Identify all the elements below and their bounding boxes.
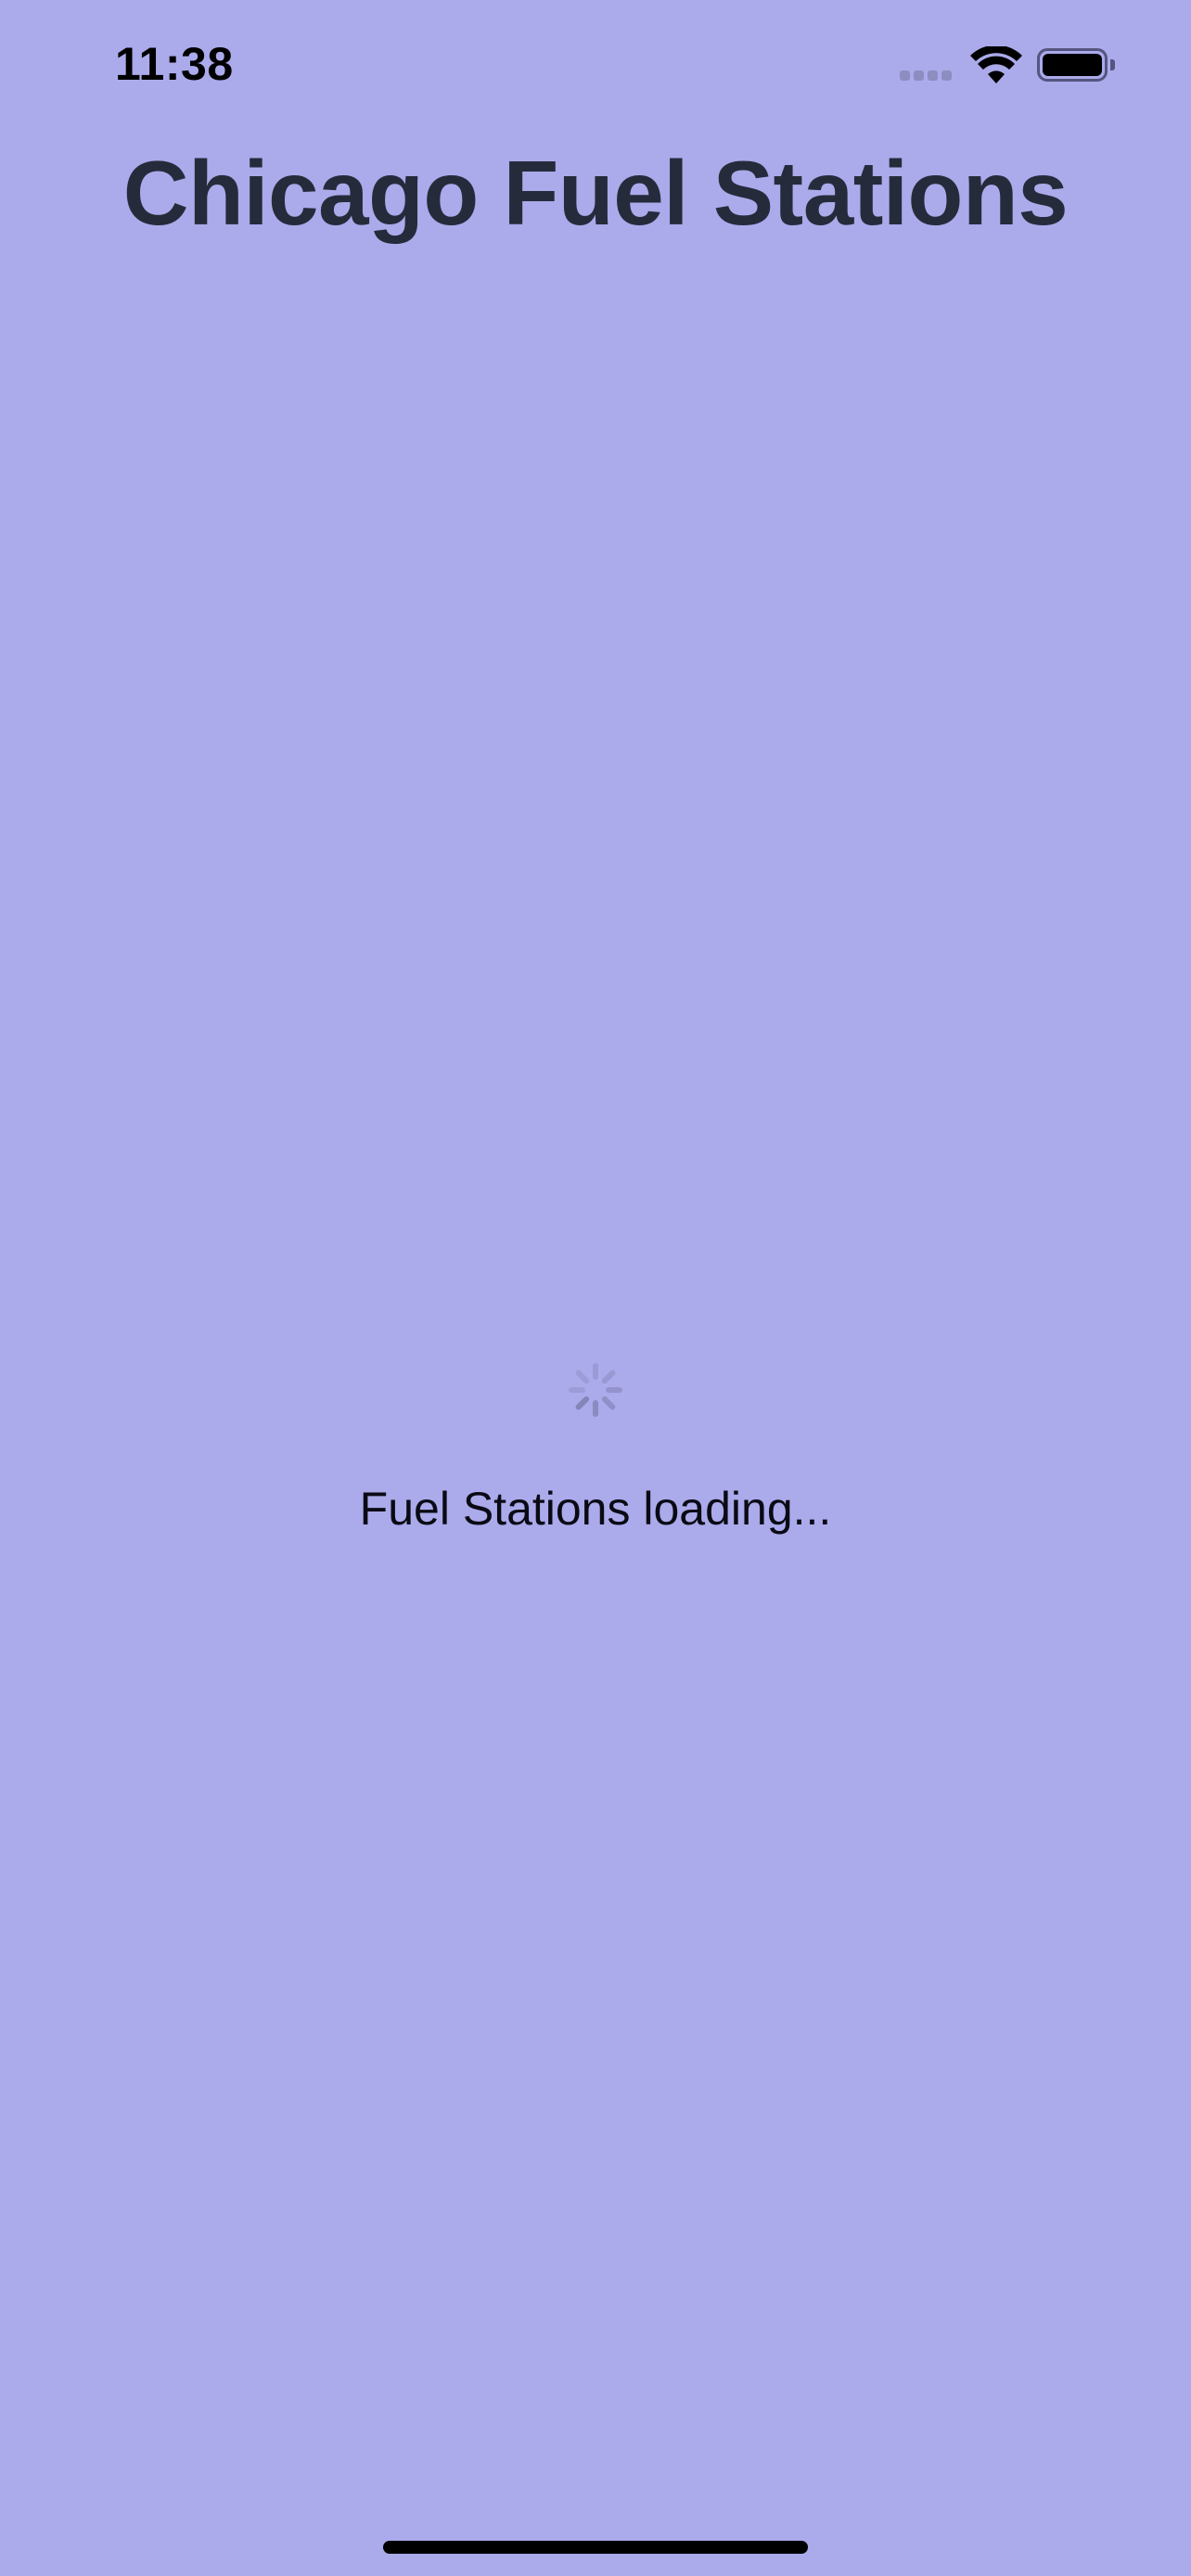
status-time: 11:38 xyxy=(115,38,234,90)
home-indicator[interactable] xyxy=(383,2541,808,2554)
signal-icon xyxy=(900,70,957,83)
app-screen: 11:38 Chicago Fuel Stations Fuel Station… xyxy=(0,0,1191,2576)
page-title: Chicago Fuel Stations xyxy=(122,142,1069,244)
battery-icon xyxy=(1037,48,1117,85)
loading-message: Fuel Stations loading... xyxy=(359,1483,832,1535)
spinner-icon xyxy=(569,1363,622,1417)
wifi-icon xyxy=(970,46,1022,83)
status-bar: 11:38 xyxy=(0,0,1191,130)
